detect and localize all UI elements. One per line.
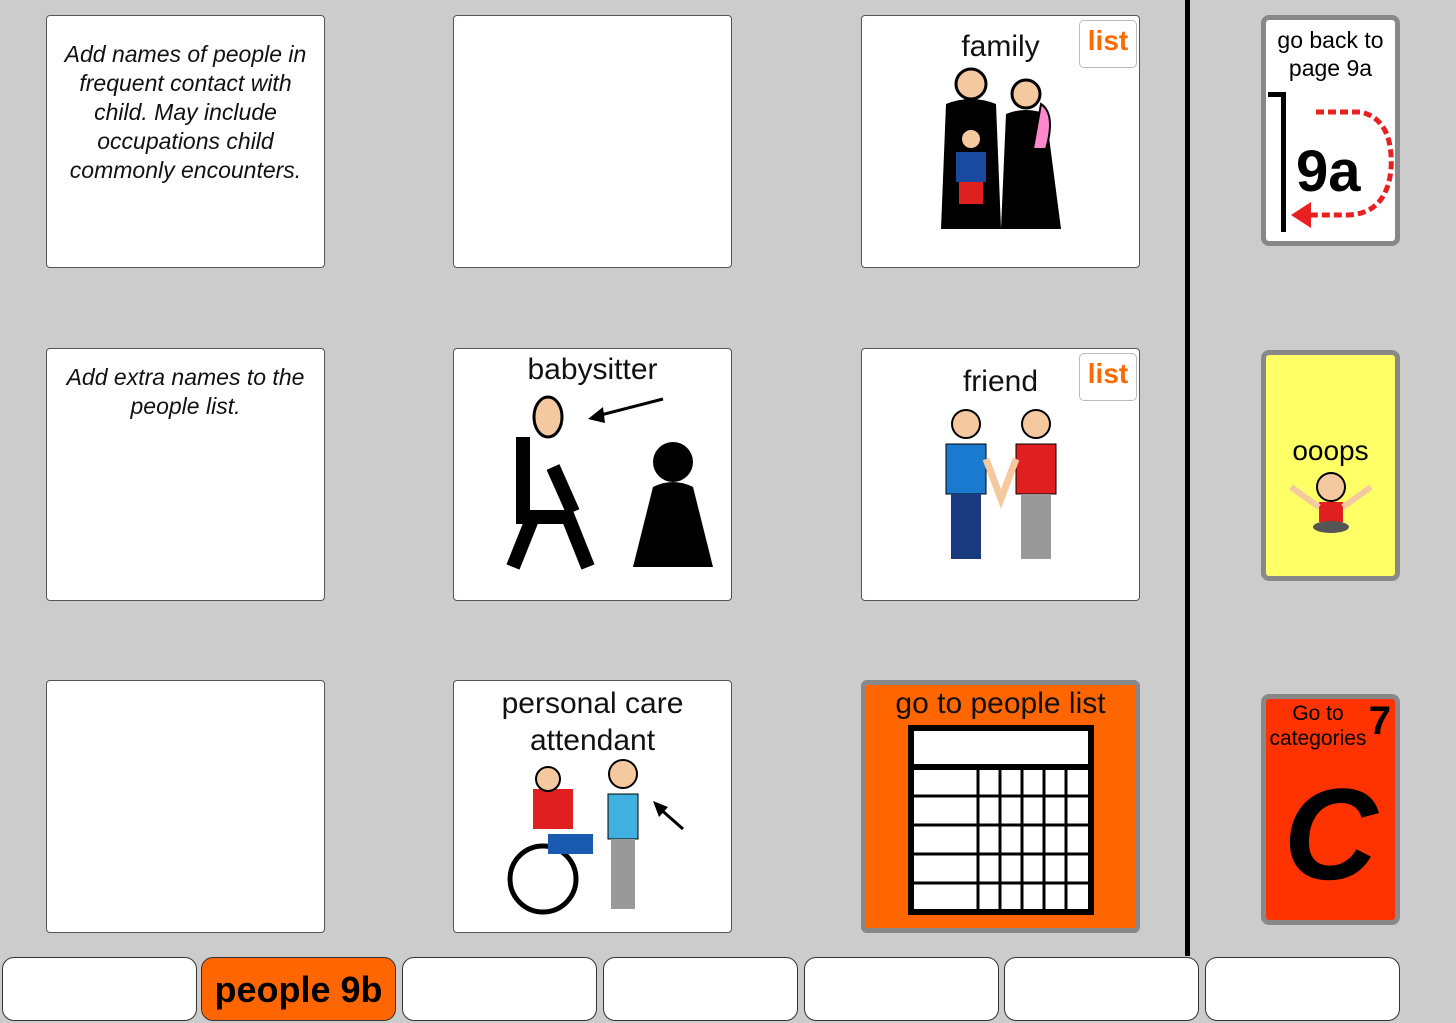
go-back-label: go back to page 9a	[1277, 27, 1384, 81]
empty-cell[interactable]	[453, 15, 732, 268]
attendant-icon	[507, 759, 684, 915]
tab-people-9b[interactable]: people 9b	[201, 957, 396, 1021]
go-back-page-9a-button[interactable]: go back to page 9a 9a	[1261, 15, 1400, 246]
people-list-label: go to people list	[895, 687, 1106, 720]
bottom-tab-7[interactable]	[1205, 957, 1400, 1021]
categories-number: 7	[1368, 699, 1391, 743]
ooops-button[interactable]: ooops	[1261, 350, 1400, 581]
categories-letter: C	[1283, 761, 1378, 907]
categories-label: Go to categories	[1269, 702, 1367, 750]
friend-cell[interactable]: friend list	[861, 348, 1140, 601]
babysitter-icon	[506, 395, 713, 570]
family-icon	[940, 67, 1061, 229]
babysitter-label: babysitter	[527, 353, 658, 386]
note-text: Add extra names to the people list.	[66, 364, 305, 419]
bracket-icon	[1268, 92, 1286, 232]
go-to-categories-button[interactable]: Go to categories 7 C	[1261, 694, 1400, 925]
attendant-cell[interactable]: personal care attendant	[453, 680, 732, 933]
note-cell-extra[interactable]: Add extra names to the people list.	[46, 348, 325, 601]
bottom-tab-4[interactable]	[603, 957, 798, 1021]
note-text: Add names of people in frequent contact …	[64, 41, 307, 183]
bottom-tab-6[interactable]	[1004, 957, 1199, 1021]
ooops-label: ooops	[1292, 435, 1369, 466]
go-to-people-list-button[interactable]: go to people list	[861, 680, 1140, 933]
attendant-label: personal care attendant	[501, 687, 684, 757]
babysitter-cell[interactable]: babysitter	[453, 348, 732, 601]
family-cell[interactable]: family list	[861, 15, 1140, 268]
ooops-icon	[1288, 472, 1373, 533]
bottom-tab-3[interactable]	[402, 957, 597, 1021]
bottom-tab-5[interactable]	[804, 957, 999, 1021]
list-badge[interactable]: list	[1079, 353, 1137, 401]
return-arrow-icon	[1291, 109, 1394, 228]
bottom-tab-1[interactable]	[2, 957, 197, 1021]
empty-cell[interactable]	[46, 680, 325, 933]
table-icon	[907, 725, 1094, 915]
divider	[1185, 0, 1190, 956]
friend-icon	[945, 409, 1056, 559]
note-cell-contacts[interactable]: Add names of people in frequent contact …	[46, 15, 325, 268]
list-badge[interactable]: list	[1079, 20, 1137, 68]
